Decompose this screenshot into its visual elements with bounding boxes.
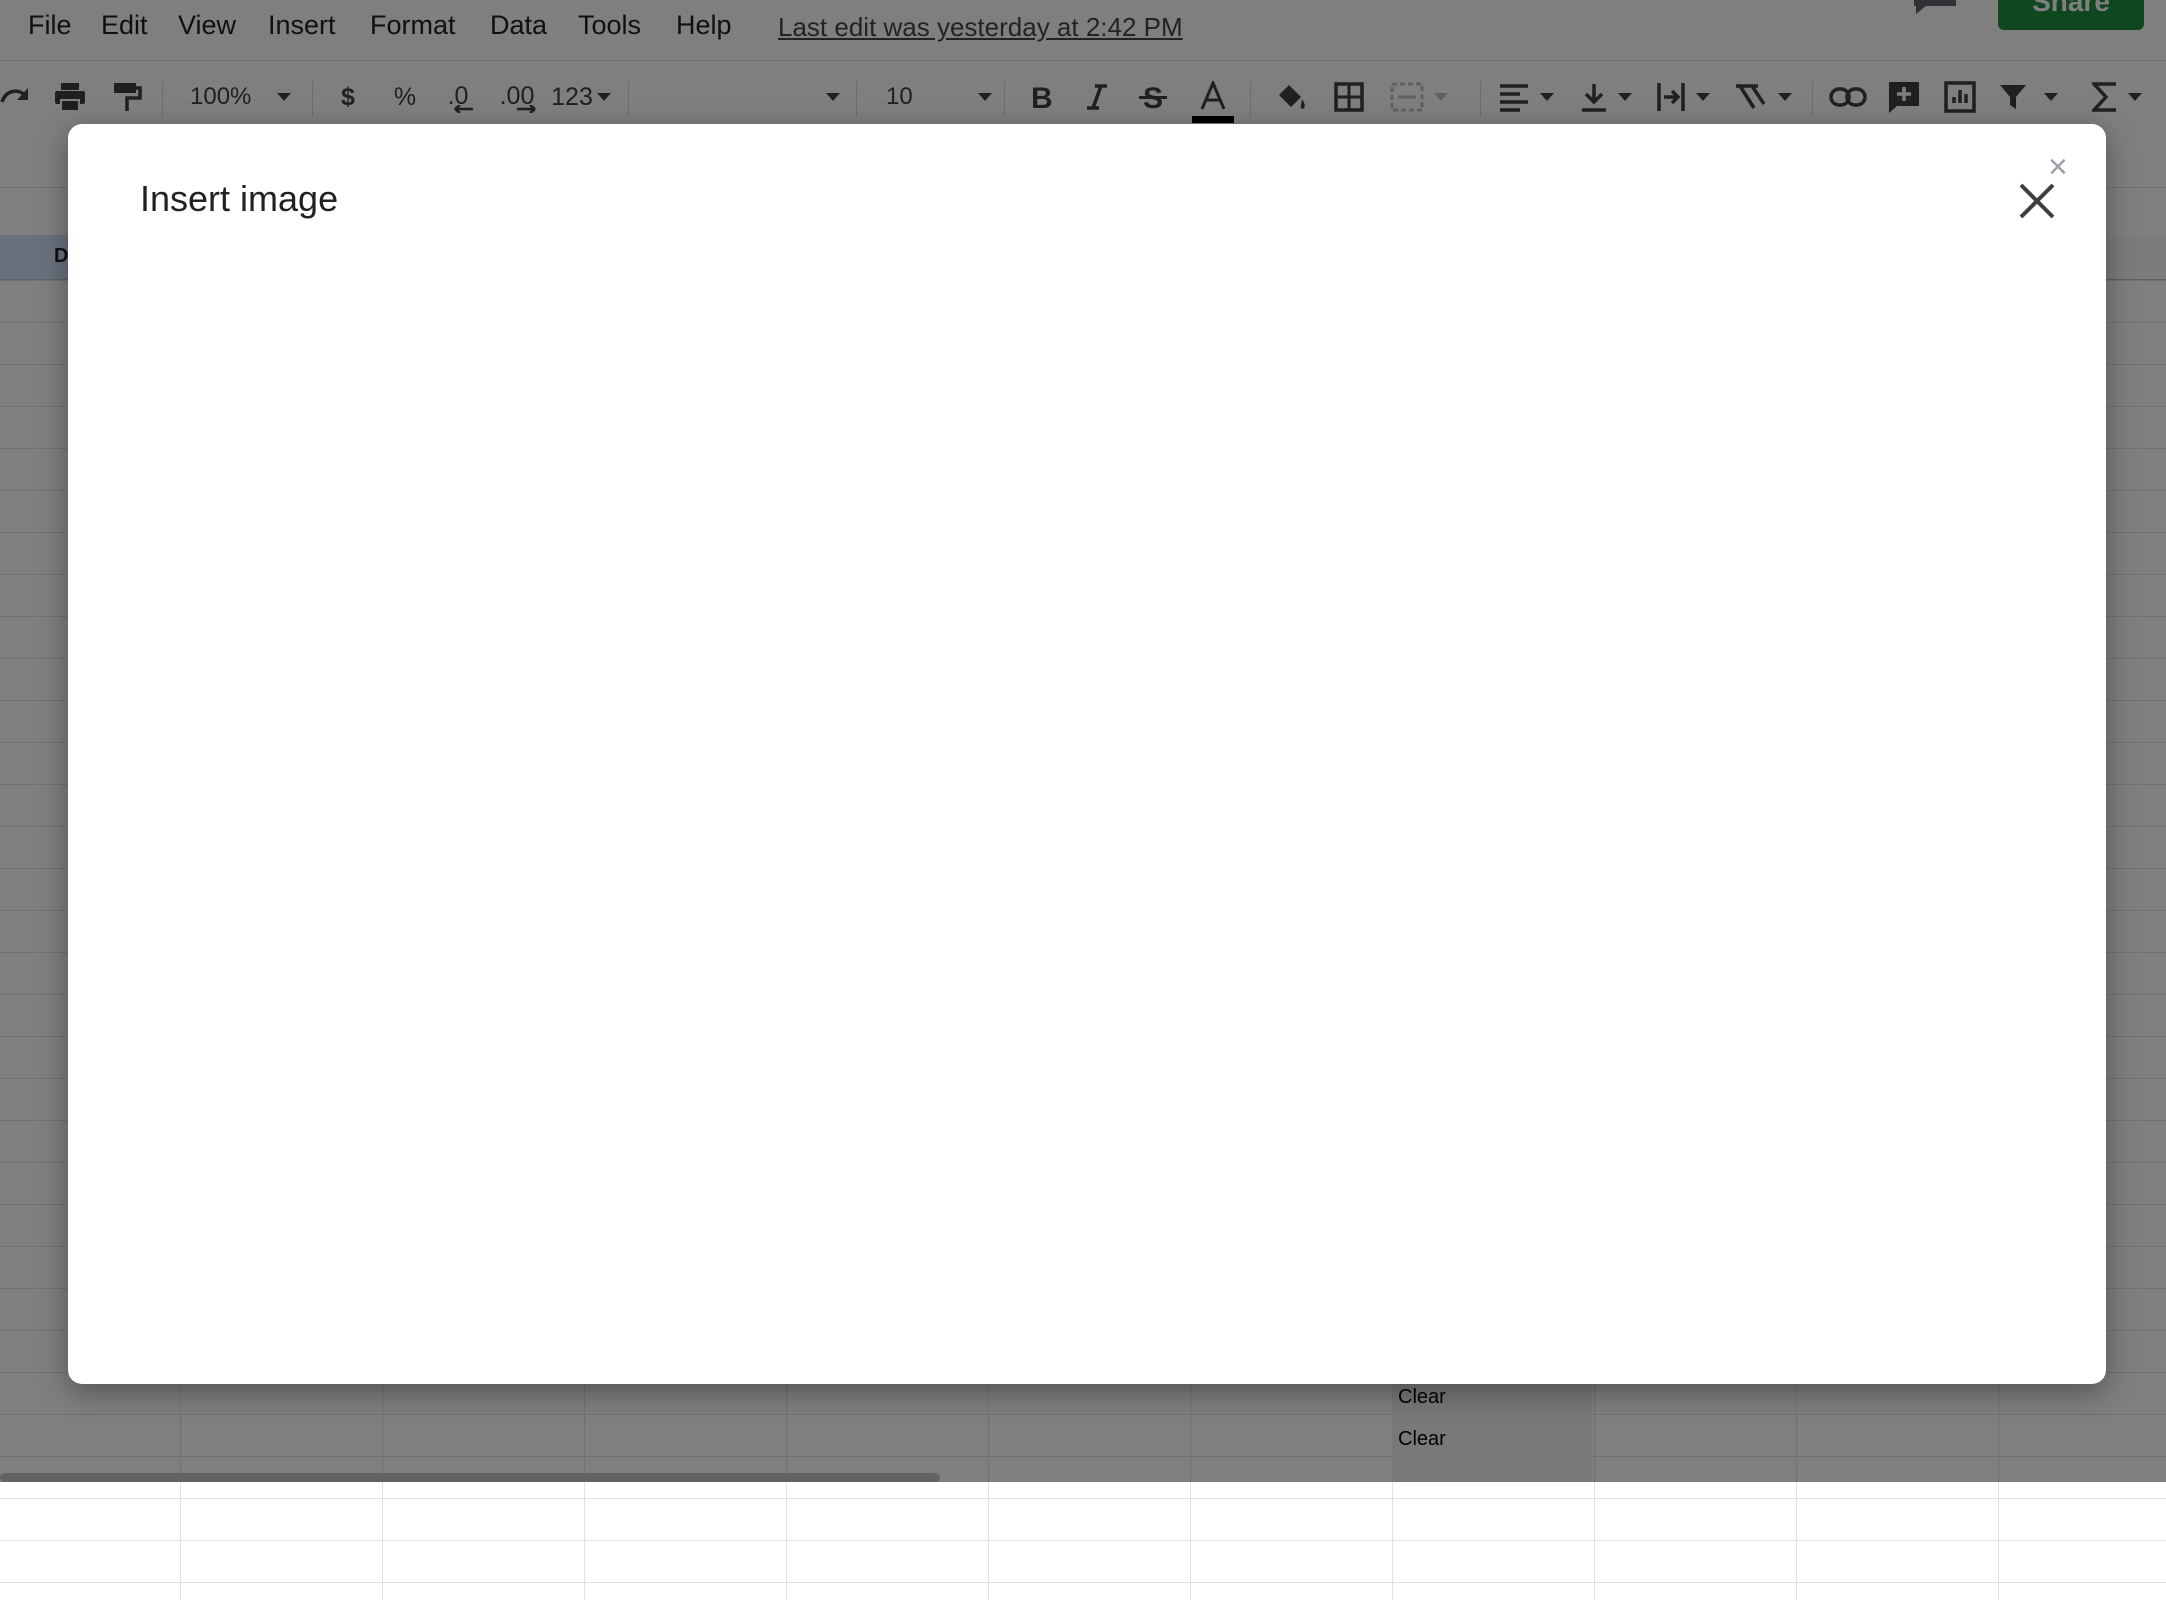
- dialog-title: Insert image: [140, 178, 339, 219]
- close-small-icon[interactable]: ×: [2048, 150, 2068, 184]
- close-icon[interactable]: [2016, 180, 2058, 222]
- insert-image-dialog: Insert image ×: [68, 124, 2106, 1384]
